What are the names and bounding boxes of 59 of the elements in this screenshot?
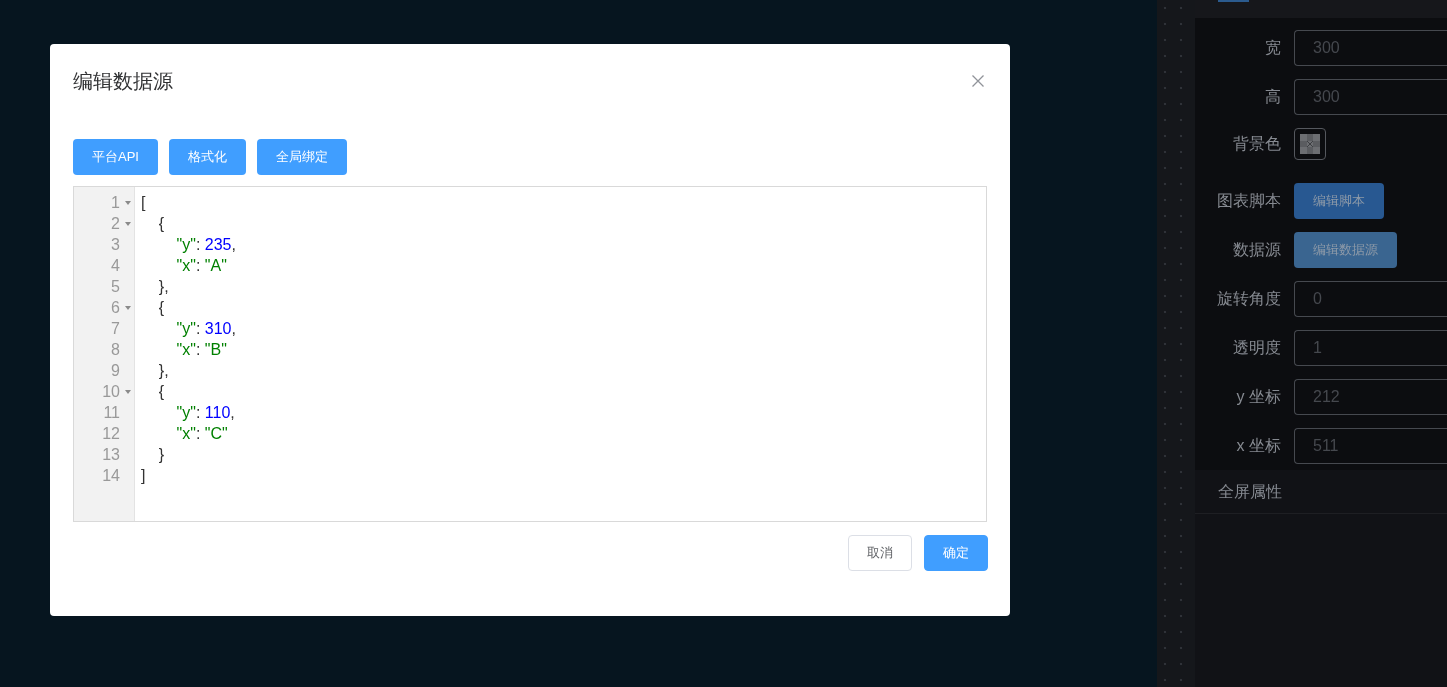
fold-arrow-icon[interactable] [125, 200, 131, 205]
field-label: 背景色 [1232, 134, 1281, 154]
line-number: 7 [111, 319, 120, 339]
field-label: 高 [1264, 87, 1281, 107]
line-number: 12 [102, 424, 120, 444]
field-label: 宽 [1264, 38, 1281, 58]
field-label: 图表脚本 [1216, 191, 1281, 211]
line-number: 4 [111, 256, 120, 276]
fold-arrow-icon[interactable] [125, 305, 131, 310]
code-line: "y": 110, [176, 403, 235, 423]
toolbar-button[interactable]: 平台API [73, 139, 158, 175]
fold-arrow-icon[interactable] [125, 221, 131, 226]
input-field[interactable]: 1 [1294, 330, 1447, 366]
confirm-button[interactable]: 确定 [924, 535, 988, 571]
dialog-title: 编辑数据源 [73, 69, 173, 94]
line-number: 5 [111, 277, 120, 297]
line-number: 3 [111, 235, 120, 255]
input-field[interactable]: 0 [1294, 281, 1447, 317]
line-number: 13 [102, 445, 120, 465]
input-field[interactable]: 511 [1294, 428, 1447, 464]
code-line: }, [158, 361, 169, 381]
field-label: 旋转角度 [1216, 289, 1281, 309]
code-line: { [158, 382, 165, 402]
color-picker[interactable] [1294, 128, 1326, 160]
code-line: { [158, 214, 165, 234]
line-number: 1 [111, 193, 120, 213]
line-number: 6 [111, 298, 120, 318]
code-line: ] [141, 466, 146, 486]
empty-color-icon [1300, 134, 1320, 154]
toolbar-button[interactable]: 全局绑定 [256, 139, 347, 175]
fold-arrow-icon[interactable] [125, 389, 131, 394]
edit-button[interactable]: 编辑数据源 [1294, 232, 1397, 268]
code-line: "x": "A" [176, 256, 227, 276]
input-field[interactable]: 300 [1294, 79, 1447, 115]
close-icon[interactable] [972, 75, 984, 87]
line-number: 10 [102, 382, 120, 402]
code-line: [ [141, 193, 146, 213]
code-line: "x": "B" [176, 340, 227, 360]
field-label: 数据源 [1232, 240, 1281, 260]
code-line: "y": 310, [176, 319, 236, 339]
code-line: { [158, 298, 165, 318]
code-line: "y": 235, [176, 235, 236, 255]
line-number: 14 [102, 466, 120, 486]
field-label: 透明度 [1232, 338, 1281, 358]
input-field[interactable]: 300 [1294, 30, 1447, 66]
edit-button[interactable]: 编辑脚本 [1294, 183, 1384, 219]
toolbar-button[interactable]: 格式化 [168, 139, 246, 175]
cancel-button[interactable]: 取消 [848, 535, 912, 571]
code-editor[interactable]: 1 2 3 4 5 6 7 8 9 10 11 12 13 14 [ { "y": 235, "x": "A" }, { "y": 310, "x": "B" }, { "y": 110, "x": "C" } ] [73, 186, 987, 522]
code-line: } [158, 445, 165, 465]
line-number: 9 [111, 361, 120, 381]
line-number: 8 [111, 340, 120, 360]
code-line: "x": "C" [176, 424, 228, 444]
line-number: 11 [103, 403, 120, 423]
input-field[interactable]: 212 [1294, 379, 1447, 415]
line-number: 2 [111, 214, 120, 234]
field-label: y 坐标 [1235, 387, 1281, 407]
field-label: x 坐标 [1235, 436, 1281, 456]
code-line: }, [158, 277, 169, 297]
